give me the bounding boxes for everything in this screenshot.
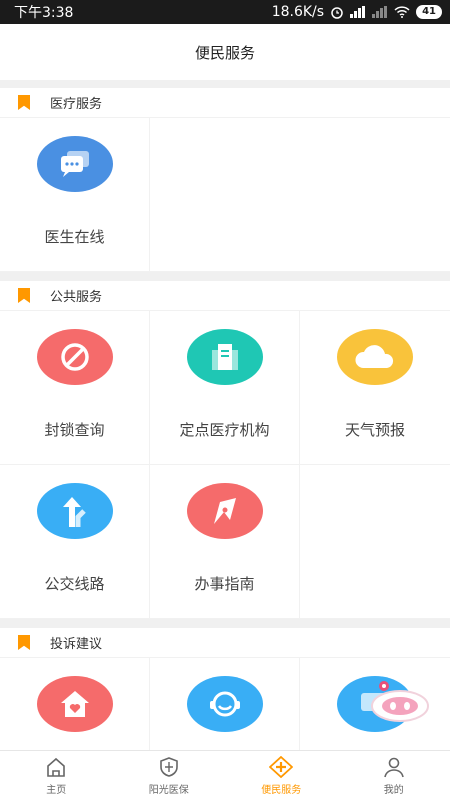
block-icon bbox=[36, 329, 113, 385]
service-label: 办事指南 bbox=[194, 575, 255, 593]
building-icon bbox=[186, 329, 263, 385]
service-guide[interactable]: 办事指南 bbox=[150, 465, 300, 619]
cloud-icon bbox=[337, 329, 413, 385]
service-grid: 封锁查询 定点医疗机构 天气预报 公交线路 办事指南 bbox=[0, 311, 450, 619]
alarm-icon bbox=[331, 7, 343, 19]
bookmark-icon bbox=[18, 288, 30, 303]
robot-assistant-icon[interactable] bbox=[366, 680, 432, 724]
network-speed: 18.6K/s bbox=[271, 4, 325, 20]
wifi-icon bbox=[394, 6, 410, 18]
tab-label: 主页 bbox=[46, 784, 67, 796]
tab-label: 便民服务 bbox=[261, 784, 302, 796]
section-header: 公共服务 bbox=[0, 281, 450, 311]
tab-mine[interactable]: 我的 bbox=[338, 751, 450, 800]
tab-home[interactable]: 主页 bbox=[0, 751, 113, 800]
services-list[interactable]: 医疗服务 医生在线 公共服务 封锁查询 定点医疗机构 天气预报 公交线路 办事指… bbox=[0, 88, 450, 750]
service-doctor-online[interactable]: 医生在线 bbox=[0, 118, 150, 272]
service-label: 定点医疗机构 bbox=[179, 421, 270, 439]
bookmark-icon bbox=[18, 95, 30, 110]
service-complaint-2[interactable] bbox=[150, 658, 300, 750]
route-arrow-icon bbox=[36, 483, 113, 539]
status-right: 18.6K/s 41 bbox=[272, 4, 442, 20]
service-label: 公交线路 bbox=[44, 575, 105, 593]
shield-icon bbox=[159, 756, 178, 777]
status-time: 下午3:38 bbox=[14, 5, 74, 21]
service-label: 天气预报 bbox=[344, 421, 405, 439]
page-title: 便民服务 bbox=[194, 43, 255, 62]
chat-bubble-icon bbox=[36, 136, 113, 192]
service-label: 医生在线 bbox=[44, 228, 105, 246]
empty-cell bbox=[150, 118, 450, 272]
service-weather[interactable]: 天气预报 bbox=[300, 311, 450, 465]
battery-indicator: 41 bbox=[416, 5, 442, 19]
bookmark-icon bbox=[18, 635, 30, 650]
service-grid: 医生在线 bbox=[0, 118, 450, 272]
section-medical: 医疗服务 医生在线 bbox=[0, 88, 450, 272]
user-icon bbox=[383, 757, 404, 777]
section-title: 公共服务 bbox=[50, 290, 103, 305]
tab-label: 我的 bbox=[383, 784, 404, 796]
bottom-tab-bar: 主页 阳光医保 便民服务 我的 bbox=[0, 750, 450, 800]
empty-cell bbox=[300, 465, 450, 619]
section-public: 公共服务 封锁查询 定点医疗机构 天气预报 公交线路 办事指南 bbox=[0, 281, 450, 619]
plus-diamond-icon bbox=[269, 755, 294, 778]
tab-label: 阳光医保 bbox=[148, 784, 189, 796]
compass-icon bbox=[186, 483, 263, 539]
page-header: 便民服务 bbox=[0, 24, 450, 80]
service-complaint-1[interactable] bbox=[0, 658, 150, 750]
service-smile-icon bbox=[186, 676, 263, 732]
section-title: 投诉建议 bbox=[50, 637, 103, 652]
status-bar: 下午3:38 18.6K/s 41 bbox=[0, 0, 450, 24]
section-header: 投诉建议 bbox=[0, 628, 450, 658]
tab-services[interactable]: 便民服务 bbox=[225, 751, 338, 800]
home-icon bbox=[47, 757, 66, 777]
tab-medical-insurance[interactable]: 阳光医保 bbox=[113, 751, 226, 800]
service-label: 封锁查询 bbox=[44, 421, 105, 439]
signal-2-icon bbox=[372, 6, 388, 18]
section-title: 医疗服务 bbox=[50, 97, 103, 112]
service-designated-hospital[interactable]: 定点医疗机构 bbox=[150, 311, 300, 465]
section-header: 医疗服务 bbox=[0, 88, 450, 118]
signal-icon bbox=[350, 6, 366, 18]
service-bus-routes[interactable]: 公交线路 bbox=[0, 465, 150, 619]
service-lockdown-query[interactable]: 封锁查询 bbox=[0, 311, 150, 465]
house-heart-icon bbox=[36, 676, 113, 732]
